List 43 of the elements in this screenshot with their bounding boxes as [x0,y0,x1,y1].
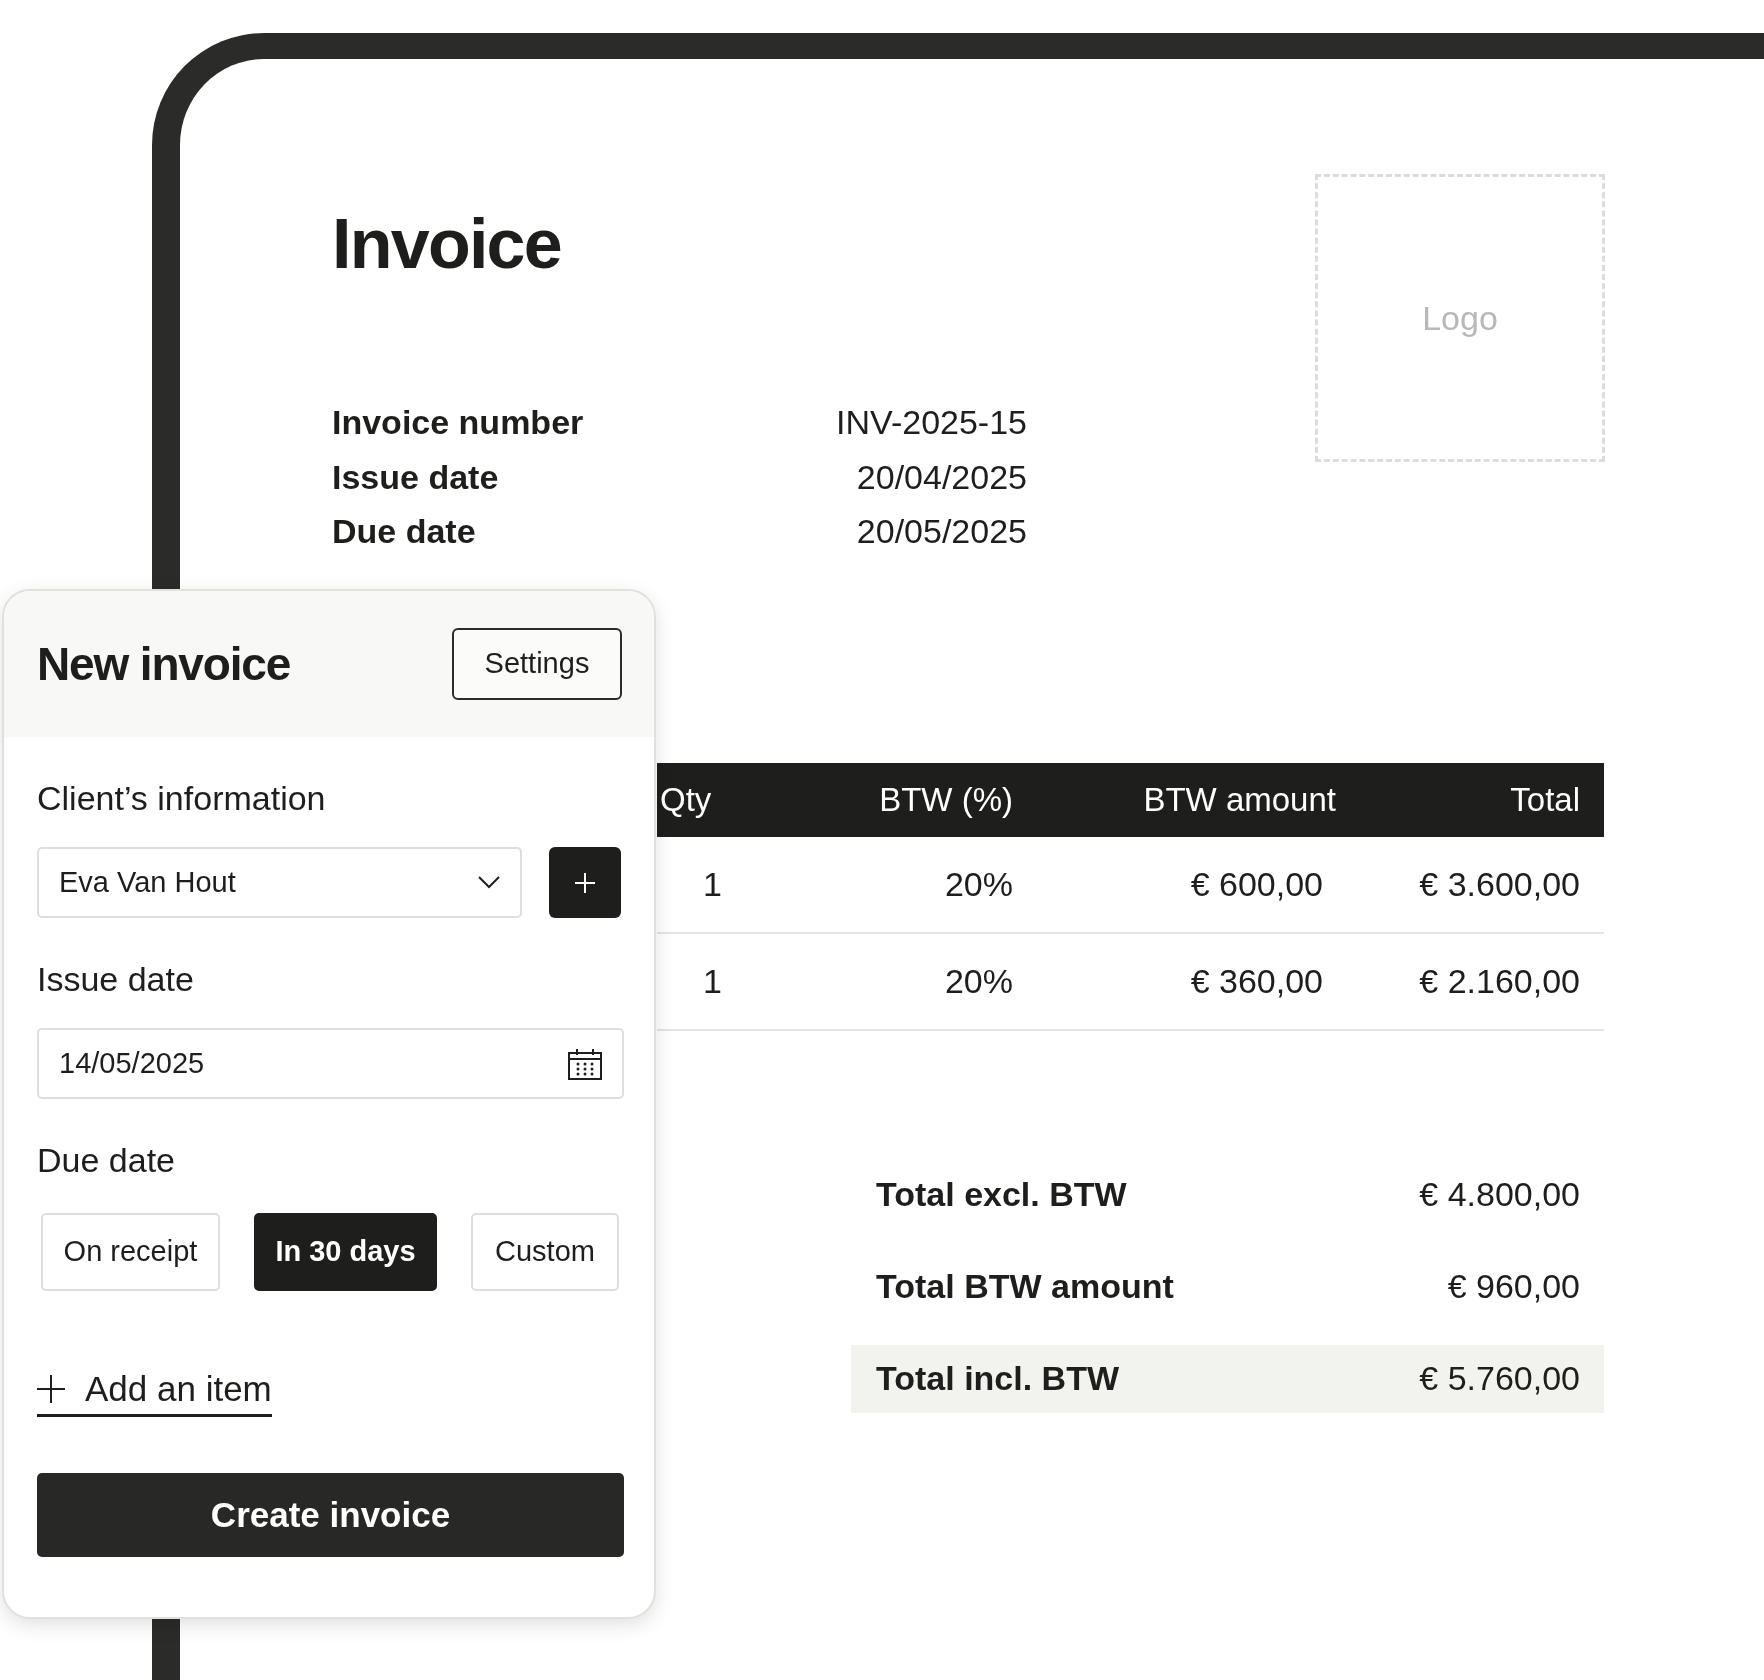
table-cell-text: € 2.160,00 [1418,960,1580,1002]
client-select[interactable]: Eva Van Hout [37,847,522,918]
detail-label: Issue date [332,456,500,498]
issue-date-field[interactable]: 14/05/2025 [37,1028,624,1099]
add-item-link[interactable]: Add an item [37,1371,272,1417]
column-header: Qty [659,779,713,820]
plus-icon [37,1374,65,1403]
table-cell-text: 20% [943,863,1013,905]
field-label: Due date [37,1143,176,1177]
panel-title: New invoice [37,636,291,692]
table-cell-text: 1 [702,863,723,905]
plus-icon [573,870,597,895]
table-cell-text: 20% [943,960,1013,1002]
detail-value: 20/04/2025 [855,456,1027,498]
due-option[interactable]: On receipt [41,1213,220,1291]
invoice-title: Invoice [332,209,562,279]
create-invoice-button[interactable]: Create invoice [37,1473,624,1557]
due-option[interactable]: Custom [471,1213,619,1291]
logo-placeholder: Logo [1422,297,1498,339]
column-header: Total [1509,779,1580,820]
table-cell-text: € 600,00 [1189,863,1323,905]
table-cell-text: € 360,00 [1189,960,1323,1002]
chevron-down-icon [478,875,500,890]
settings-button[interactable]: Settings [452,628,622,700]
total-label: Total excl. BTW [876,1174,1127,1215]
detail-value: 20/05/2025 [855,511,1027,552]
total-value: € 4.800,00 [1419,1174,1580,1215]
field-label: Client’s information [37,781,327,815]
table-cell-text: € 3.600,00 [1418,863,1580,905]
detail-value: INV-2025-15 [835,402,1027,443]
total-value: € 960,00 [1447,1266,1580,1307]
total-value: € 5.760,00 [1419,1358,1580,1399]
total-label: Total incl. BTW [876,1358,1119,1399]
column-header: BTW amount [1142,779,1336,820]
field-label: Issue date [37,962,195,996]
detail-label: Invoice number [332,402,585,443]
calendar-icon [568,1047,602,1080]
total-label: Total BTW amount [876,1266,1174,1307]
add-client-button[interactable] [549,847,621,918]
table-cell-text: 1 [702,960,723,1002]
column-header: BTW (%) [878,779,1013,820]
due-option[interactable]: In 30 days [254,1213,437,1291]
detail-label: Due date [332,511,477,552]
